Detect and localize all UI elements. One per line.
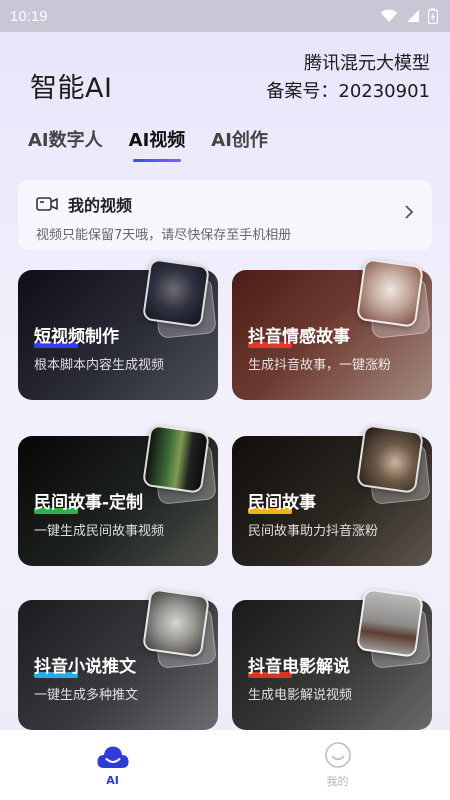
card-subtitle: 民间故事助力抖音涨粉 (248, 524, 379, 539)
card-thumbnail (355, 588, 425, 658)
card-thumbnail (355, 424, 425, 494)
card-title: 民间故事-定制 (34, 493, 144, 514)
status-bar: 10:19 (0, 0, 450, 32)
nav-item-mine[interactable]: 我的 (278, 741, 398, 789)
card-folk-story[interactable]: 民间故事 民间故事助力抖音涨粉 (232, 424, 432, 566)
filing-number: 备案号：20230901 (266, 81, 430, 102)
card-subtitle: 一键生成民间故事视频 (34, 524, 165, 539)
model-info: 腾讯混元大模型 备案号：20230901 (266, 50, 430, 106)
card-douyin-movie-commentary[interactable]: 抖音电影解说 生成电影解说视频 (232, 588, 432, 730)
card-douyin-novel-promo[interactable]: 抖音小说推文 一键生成多种推文 (18, 588, 218, 730)
tab-ai-creation[interactable]: AI创作 (211, 126, 268, 162)
tab-ai-video[interactable]: AI视频 (129, 126, 185, 162)
card-title: 抖音电影解说 (248, 657, 350, 678)
card-subtitle: 一键生成多种推文 (34, 688, 139, 703)
card-subtitle: 生成抖音故事，一键涨粉 (248, 358, 392, 373)
header: 智能AI 腾讯混元大模型 备案号：20230901 (0, 48, 450, 108)
video-camera-icon (36, 197, 58, 211)
card-title: 抖音情感故事 (248, 327, 350, 348)
model-name: 腾讯混元大模型 (304, 53, 430, 74)
card-title: 民间故事 (248, 493, 316, 514)
nav-item-ai[interactable]: AI (53, 744, 173, 787)
nav-label-mine: 我的 (326, 775, 349, 788)
app-title: 智能AI (30, 73, 113, 104)
card-thumbnail (141, 588, 211, 658)
tab-ai-digital-human[interactable]: AI数字人 (28, 126, 103, 162)
my-videos-title: 我的视频 (68, 196, 133, 215)
status-time: 10:19 (10, 7, 48, 25)
card-title: 短视频制作 (34, 327, 119, 348)
card-folk-story-custom[interactable]: 民间故事-定制 一键生成民间故事视频 (18, 424, 218, 566)
nav-label-ai: AI (106, 773, 119, 787)
card-subtitle: 生成电影解说视频 (248, 688, 353, 703)
card-thumbnail (355, 258, 425, 328)
my-videos-panel[interactable]: 我的视频 视频只能保留7天哦，请尽快保存至手机相册 (18, 180, 432, 250)
battery-icon (428, 8, 438, 24)
signal-icon (407, 10, 419, 22)
wifi-icon (380, 9, 398, 22)
bottom-nav: AI 我的 (0, 730, 450, 800)
my-videos-subtitle: 视频只能保留7天哦，请尽快保存至手机相册 (36, 228, 292, 243)
card-subtitle: 根本脚本内容生成视频 (34, 358, 165, 373)
card-thumbnail (141, 258, 211, 328)
card-thumbnail (141, 424, 211, 494)
card-short-video[interactable]: 短视频制作 根本脚本内容生成视频 (18, 258, 218, 400)
smiley-icon (324, 742, 351, 768)
status-icons (380, 8, 438, 24)
tab-bar: AI数字人 AI视频 AI创作 (28, 126, 268, 162)
cloud-icon (96, 746, 129, 768)
chevron-right-icon (405, 205, 414, 219)
card-title: 抖音小说推文 (34, 657, 136, 678)
card-douyin-emotional-story[interactable]: 抖音情感故事 生成抖音故事，一键涨粉 (232, 258, 432, 400)
